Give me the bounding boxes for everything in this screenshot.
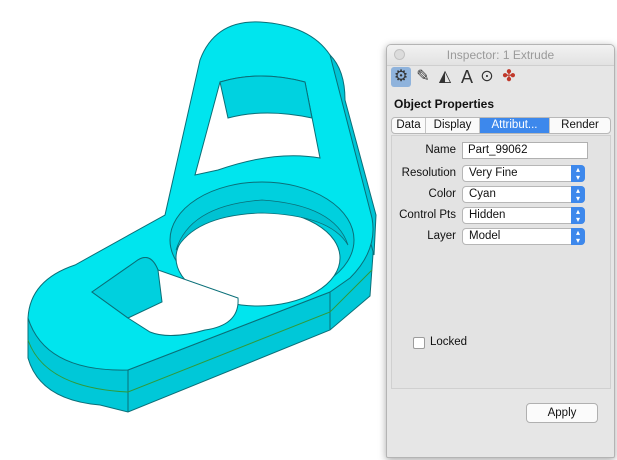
paint-icon[interactable]: ◭: [435, 67, 455, 87]
inspector-titlebar[interactable]: Inspector: 1 Extrude: [387, 45, 614, 66]
chevron-updown-icon: ▴ ▾: [571, 186, 585, 203]
layer-value: Model: [469, 230, 501, 242]
color-select[interactable]: Cyan ▴ ▾: [462, 186, 585, 203]
section-title: Object Properties: [394, 97, 495, 111]
extruded-part-model[interactable]: [0, 0, 384, 460]
resolution-label: Resolution: [401, 167, 456, 179]
dimension-icon[interactable]: ⊙: [477, 67, 497, 87]
layer-select[interactable]: Model ▴ ▾: [462, 228, 585, 245]
color-label: Color: [428, 188, 456, 200]
control-pts-value: Hidden: [469, 209, 506, 221]
chevron-updown-icon: ▴ ▾: [571, 165, 585, 182]
locked-checkbox[interactable]: [413, 337, 425, 349]
name-label: Name: [425, 144, 456, 156]
chevron-updown-icon: ▴ ▾: [571, 207, 585, 224]
tab-display[interactable]: Display: [426, 118, 480, 133]
pencil-icon[interactable]: ✎: [413, 67, 433, 87]
color-value: Cyan: [469, 188, 496, 200]
inspector-title: Inspector: 1 Extrude: [446, 48, 555, 62]
chevron-updown-icon: ▴ ▾: [571, 228, 585, 245]
resolution-value: Very Fine: [469, 167, 518, 179]
locked-label[interactable]: Locked: [430, 336, 467, 348]
tab-data[interactable]: Data: [392, 118, 426, 133]
inspector-tabs: Data Display Attribut... Render: [391, 117, 611, 134]
name-field[interactable]: Part_99062: [462, 142, 588, 159]
resolution-select[interactable]: Very Fine ▴ ▾: [462, 165, 585, 182]
layer-label: Layer: [427, 230, 456, 242]
upper-slot-wall: [219, 75, 313, 119]
inspector-window: Inspector: 1 Extrude ⚙ ✎ ◭ A ⊙ ✤ Object …: [386, 44, 615, 458]
control-pts-select[interactable]: Hidden ▴ ▾: [462, 207, 585, 224]
3d-viewport[interactable]: [0, 0, 384, 460]
text-icon[interactable]: A: [457, 67, 477, 87]
control-pts-label: Control Pts: [399, 209, 456, 221]
tab-attributes[interactable]: Attribut...: [480, 118, 550, 133]
tab-render[interactable]: Render: [550, 118, 610, 133]
render-icon[interactable]: ✤: [499, 67, 519, 87]
object-properties-icon[interactable]: ⚙: [391, 67, 411, 87]
attributes-panel: Name Part_99062 Resolution Very Fine ▴ ▾ …: [391, 135, 611, 389]
inspector-toolbar: ⚙ ✎ ◭ A ⊙ ✤: [391, 67, 611, 89]
apply-button[interactable]: Apply: [526, 403, 598, 423]
